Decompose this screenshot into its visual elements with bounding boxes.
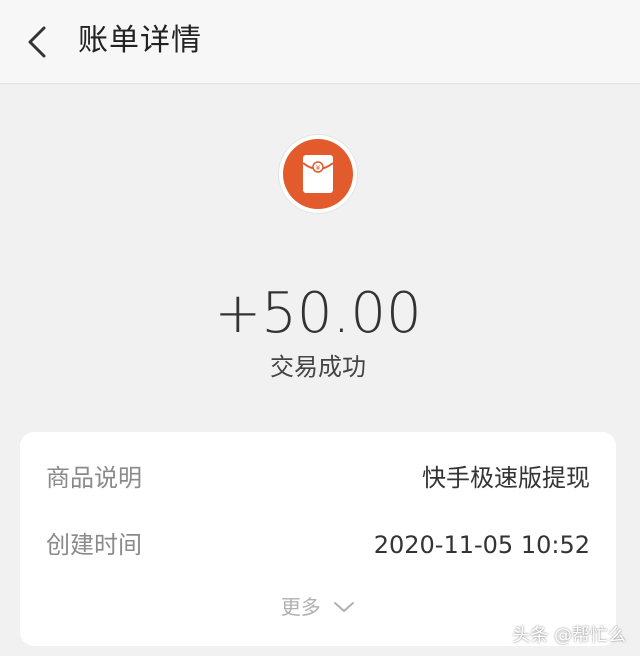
page-title: 账单详情 [78, 23, 202, 58]
icon-circle: ¥ [283, 139, 353, 209]
detail-label: 商品说明 [46, 464, 142, 492]
transaction-amount: +50.00 [214, 281, 422, 346]
more-label: 更多 [280, 594, 321, 619]
transaction-icon: ¥ [278, 134, 358, 214]
detail-value: 2020-11-05 10:52 [373, 531, 590, 559]
detail-row-product: 商品说明 快手极速版提现 [46, 458, 590, 498]
back-arrow-icon[interactable] [22, 24, 52, 60]
detail-label: 创建时间 [46, 531, 142, 559]
detail-row-created-time: 创建时间 2020-11-05 10:52 [46, 525, 590, 565]
chevron-down-icon [334, 601, 355, 612]
red-envelope-icon: ¥ [302, 155, 334, 193]
detail-value: 快手极速版提现 [422, 464, 590, 492]
more-button[interactable]: 更多 [20, 590, 616, 622]
watermark: 头条 @帮忙么 [512, 625, 626, 646]
header-bar: 账单详情 [0, 0, 640, 84]
transaction-status: 交易成功 [270, 353, 366, 381]
svg-text:¥: ¥ [316, 164, 321, 172]
details-card: 商品说明 快手极速版提现 创建时间 2020-11-05 10:52 更多 [20, 432, 616, 646]
